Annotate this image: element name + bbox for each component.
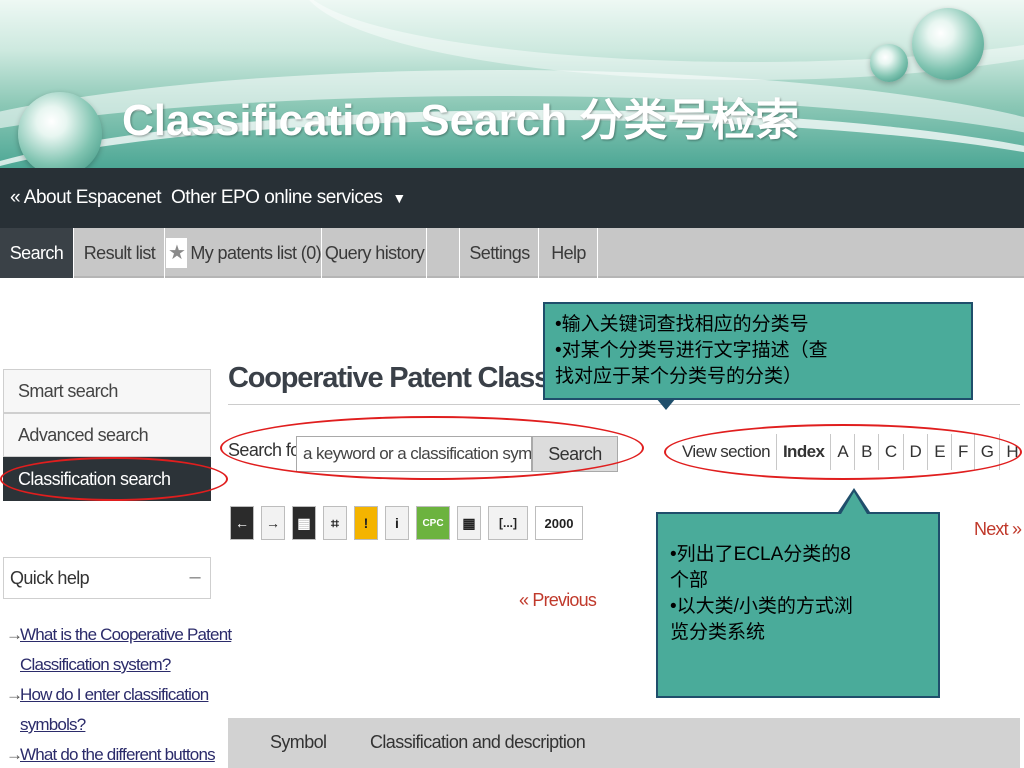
highlight-oval (0, 457, 228, 501)
collapse-icon[interactable]: – (189, 566, 200, 589)
callout-text: 览分类系统 (670, 622, 766, 643)
decor-bubble (912, 8, 984, 80)
warning-icon[interactable]: ! (354, 506, 378, 540)
callout-text: •输入关键词查找相应的分类号 (555, 314, 809, 335)
callout-pointer (841, 492, 867, 514)
arrow-right-icon: → (6, 745, 23, 764)
quick-help-title: Quick help (10, 567, 90, 588)
sidebar-item-advanced-search[interactable]: Advanced search (3, 413, 211, 457)
star-icon: ★ (166, 238, 188, 268)
decor-bubble (18, 92, 102, 168)
highlight-oval (220, 416, 644, 480)
callout-pointer (656, 398, 676, 410)
help-link-what-is-cpc[interactable]: →What is the Cooperative Patent Classifi… (6, 620, 232, 680)
back-arrow-icon[interactable]: ← (230, 506, 254, 540)
link-icon[interactable]: ⌗ (323, 506, 347, 540)
slide-title: Classification Search 分类号检索 (122, 96, 800, 145)
callout-text: •以大类/小类的方式浏 (670, 596, 853, 617)
sidebar-item-smart-search[interactable]: Smart search (3, 369, 211, 413)
espacenet-top-bar: « About Espacenet Other EPO online servi… (0, 168, 1024, 228)
tab-settings[interactable]: Settings (461, 228, 539, 278)
callout-text: 个部 (670, 570, 709, 591)
callout-text: •对某个分类号进行文字描述（查 (555, 340, 828, 361)
help-link-enter-symbols[interactable]: →How do I enter classification symbols? (6, 680, 209, 740)
grid-icon[interactable]: ▦ (457, 506, 481, 540)
quick-help-header[interactable]: Quick help – (3, 557, 211, 599)
callout-sections: •列出了ECLA分类的8 个部 •以大类/小类的方式浏 览分类系统 (656, 512, 940, 698)
table-header: Symbol Classification and description (228, 718, 1020, 768)
about-espacenet-link[interactable]: « About Espacenet (10, 187, 162, 209)
tab-result-list[interactable]: Result list (75, 228, 165, 278)
classification-toolbar: ← → ▦ ⌗ ! i CPC ▦ [...] 2000 (230, 506, 590, 540)
help-link-buttons[interactable]: →What do the different buttons (6, 740, 216, 768)
info-icon[interactable]: i (385, 506, 409, 540)
previous-link[interactable]: « Previous (519, 590, 597, 611)
tab-query-history[interactable]: Query history (323, 228, 427, 278)
tab-blank[interactable] (428, 228, 460, 278)
expand-icon[interactable]: [...] (488, 506, 528, 540)
arrow-right-icon: → (6, 685, 23, 704)
tab-my-patents-label: My patents list (0) (190, 242, 321, 263)
tab-my-patents-list[interactable]: ★ My patents list (0) (166, 228, 322, 278)
other-epo-services-link[interactable]: Other EPO online services (171, 187, 383, 209)
tab-bar: Search Result list ★ My patents list (0)… (0, 228, 1024, 278)
divider (228, 404, 1020, 405)
version-2000-button[interactable]: 2000 (535, 506, 583, 540)
next-link[interactable]: Next » (974, 519, 1022, 540)
page-title: Cooperative Patent Classification (228, 362, 548, 394)
decor-bubble (870, 44, 908, 82)
callout-keyword-search: •输入关键词查找相应的分类号 •对某个分类号进行文字描述（查 找对应于某个分类号… (543, 302, 973, 400)
cpc-icon[interactable]: CPC (416, 506, 450, 540)
slide: Classification Search 分类号检索 « About Espa… (0, 0, 1024, 768)
callout-text: •列出了ECLA分类的8 (670, 544, 851, 565)
tree-view-icon[interactable]: ▦ (292, 506, 316, 540)
column-header-description: Classification and description (370, 732, 586, 752)
column-header-symbol: Symbol (270, 732, 327, 752)
forward-arrow-icon[interactable]: → (261, 506, 285, 540)
highlight-oval (664, 424, 1022, 480)
tab-search[interactable]: Search (0, 228, 74, 278)
slide-banner: Classification Search 分类号检索 (0, 0, 1024, 168)
dropdown-caret-icon[interactable]: ▼ (392, 190, 406, 206)
callout-text: 找对应于某个分类号的分类） (555, 366, 803, 387)
arrow-right-icon: → (6, 625, 23, 644)
tab-help[interactable]: Help (540, 228, 598, 278)
